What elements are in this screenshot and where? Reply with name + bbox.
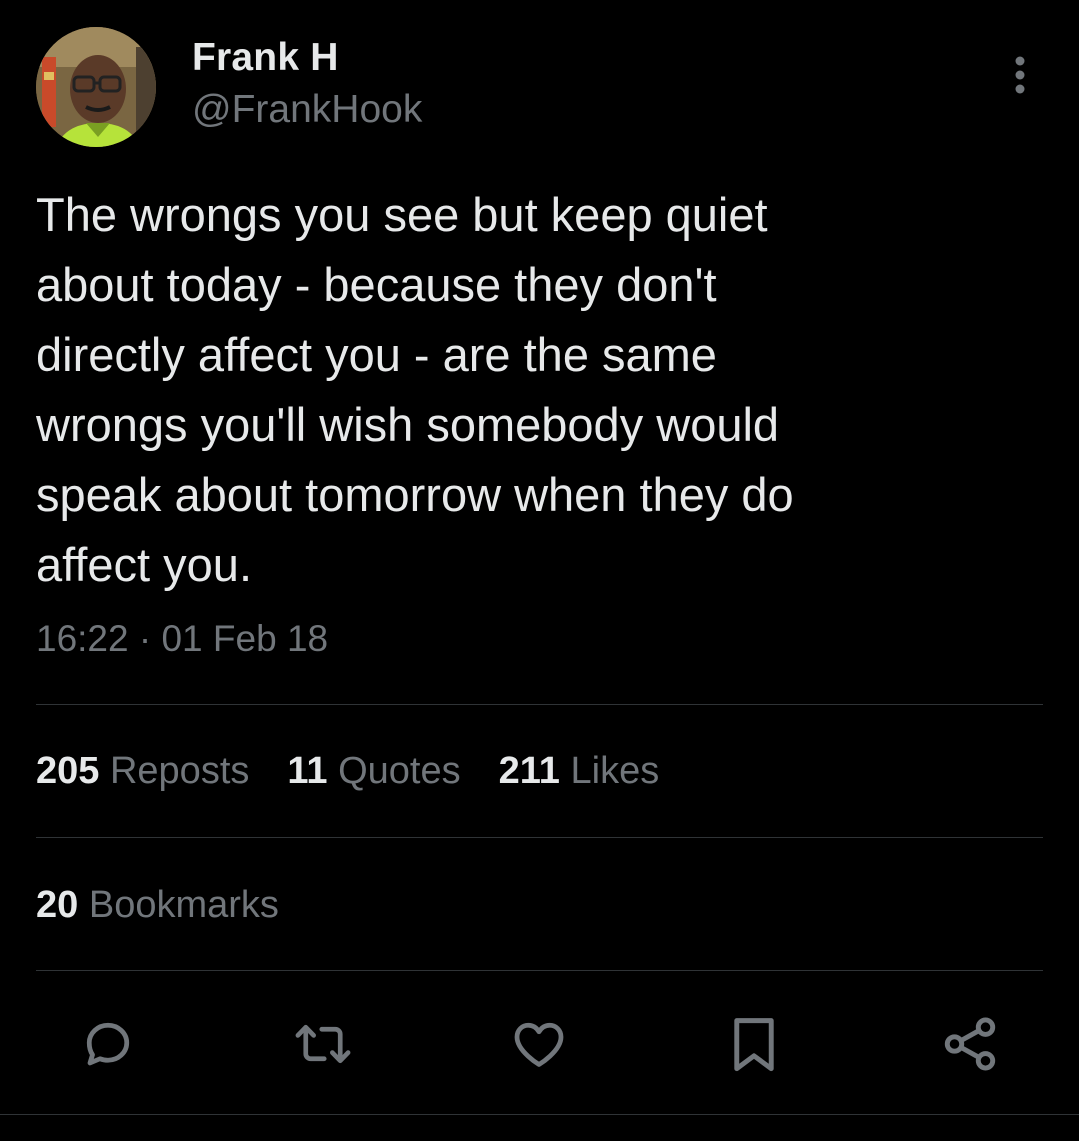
author-handle[interactable]: @FrankHook (192, 88, 422, 132)
tweet-detail: Frank H @FrankHook The wrongs you see bu… (0, 0, 1079, 1141)
action-bar (0, 1008, 1079, 1078)
repost-button[interactable] (291, 1012, 355, 1076)
likes-stat[interactable]: 211 Likes (499, 750, 660, 793)
heart-icon (514, 1022, 564, 1067)
bookmark-button[interactable] (722, 1012, 786, 1076)
author-display-name[interactable]: Frank H (192, 36, 339, 80)
engagement-stats: 205 Reposts 11 Quotes 211 Likes (36, 750, 659, 793)
tweet-text: The wrongs you see but keep quiet about … (36, 188, 794, 591)
divider (36, 704, 1043, 705)
share-icon (944, 1017, 996, 1071)
more-vertical-icon (1015, 56, 1025, 94)
like-button[interactable] (507, 1012, 571, 1076)
more-options-button[interactable] (1000, 52, 1040, 98)
likes-label: Likes (570, 750, 660, 792)
reply-icon (86, 1022, 130, 1066)
reposts-count: 205 (36, 750, 100, 792)
bookmarks-stat[interactable]: 20 Bookmarks (36, 884, 279, 927)
bookmarks-count: 20 (36, 884, 79, 926)
bookmarks-label: Bookmarks (88, 884, 279, 926)
repost-icon (295, 1024, 351, 1064)
divider (36, 970, 1043, 971)
share-button[interactable] (938, 1012, 1002, 1076)
divider (36, 837, 1043, 838)
tweet-timestamp[interactable]: 16:22 · 01 Feb 18 (36, 618, 328, 660)
profile-photo-icon (36, 27, 156, 147)
reposts-label: Reposts (109, 750, 250, 792)
reposts-stat[interactable]: 205 Reposts (36, 750, 249, 793)
reply-button[interactable] (76, 1012, 140, 1076)
quotes-count: 11 (287, 750, 328, 792)
bookmark-icon (734, 1018, 774, 1072)
divider (0, 1114, 1079, 1115)
likes-count: 211 (498, 750, 560, 792)
quotes-stat[interactable]: 11 Quotes (287, 750, 460, 793)
quotes-label: Quotes (338, 750, 461, 792)
avatar[interactable] (36, 27, 156, 147)
